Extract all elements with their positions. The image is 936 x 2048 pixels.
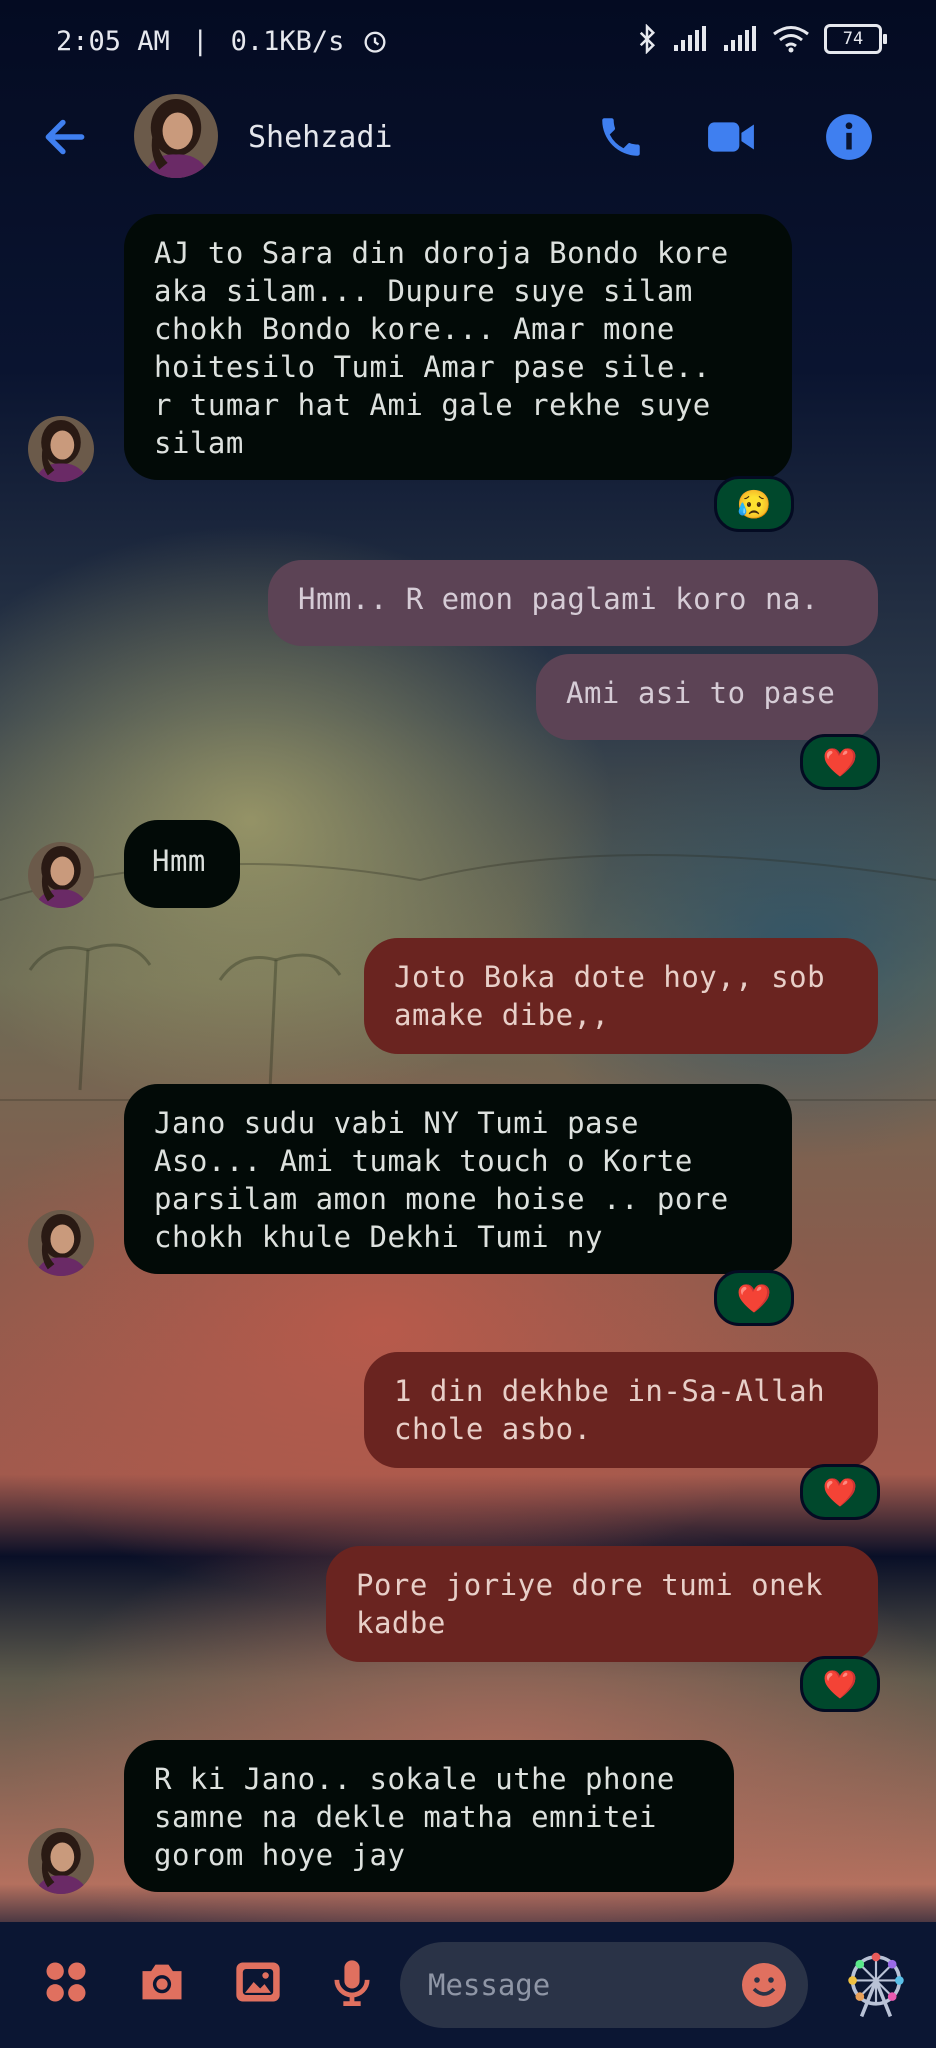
- reaction-badge[interactable]: ❤️: [800, 1464, 880, 1520]
- message-bubble-outgoing[interactable]: 1 din dekhbe in-Sa-Allah chole asbo.: [364, 1352, 878, 1468]
- message-bubble-outgoing[interactable]: Pore joriye dore tumi onek kadbe: [326, 1546, 878, 1662]
- info-icon[interactable]: [824, 112, 874, 162]
- status-time: 2:05 AM | 0.1KB/s: [56, 26, 389, 57]
- sender-avatar[interactable]: [28, 416, 94, 482]
- message-bubble-incoming[interactable]: AJ to Sara din doroja Bondo kore aka sil…: [124, 214, 792, 480]
- battery-icon: 74: [824, 24, 887, 54]
- bluetooth-icon: [639, 24, 656, 54]
- back-arrow-icon[interactable]: [40, 112, 90, 162]
- sender-avatar[interactable]: [28, 1828, 94, 1894]
- sender-avatar[interactable]: [28, 842, 94, 908]
- message-bubble-incoming[interactable]: Hmm: [124, 820, 240, 908]
- ferris-wheel-icon[interactable]: [840, 1948, 912, 2020]
- alarm-icon: [364, 31, 386, 53]
- microphone-icon[interactable]: [326, 1956, 378, 2008]
- signal-icon: [674, 26, 706, 51]
- status-bar: 2:05 AM | 0.1KB/s 74: [0, 0, 936, 86]
- wifi-icon: [773, 26, 809, 53]
- message-bubble-incoming[interactable]: Jano sudu vabi NY Tumi pase Aso... Ami t…: [124, 1084, 792, 1274]
- message-bubble-outgoing[interactable]: Hmm.. R emon paglami koro na.: [268, 560, 878, 646]
- contact-name[interactable]: Shehzadi: [248, 120, 393, 155]
- more-actions-icon[interactable]: [40, 1956, 92, 2008]
- reaction-badge[interactable]: ❤️: [714, 1270, 794, 1326]
- video-call-icon[interactable]: [706, 112, 756, 162]
- signal-icon-2: [724, 26, 756, 51]
- reaction-badge[interactable]: ❤️: [800, 1656, 880, 1712]
- message-bubble-outgoing[interactable]: Joto Boka dote hoy,, sob amake dibe,,: [364, 938, 878, 1054]
- message-input[interactable]: Message: [400, 1942, 808, 2028]
- chat-header: Shehzadi: [0, 86, 936, 190]
- emoji-icon[interactable]: [740, 1961, 788, 2009]
- composer-bar: Message: [0, 1922, 936, 2048]
- phone-call-icon[interactable]: [596, 112, 646, 162]
- message-placeholder: Message: [428, 1968, 551, 2002]
- message-bubble-incoming[interactable]: R ki Jano.. sokale uthe phone samne na d…: [124, 1740, 734, 1892]
- reaction-badge[interactable]: ❤️: [800, 734, 880, 790]
- status-icons: 74: [636, 24, 887, 54]
- message-bubble-outgoing[interactable]: Ami asi to pase: [536, 654, 878, 740]
- camera-icon[interactable]: [136, 1956, 188, 2008]
- reaction-badge[interactable]: 😥: [714, 476, 794, 532]
- sender-avatar[interactable]: [28, 1210, 94, 1276]
- gallery-icon[interactable]: [232, 1956, 284, 2008]
- contact-avatar[interactable]: [134, 94, 218, 178]
